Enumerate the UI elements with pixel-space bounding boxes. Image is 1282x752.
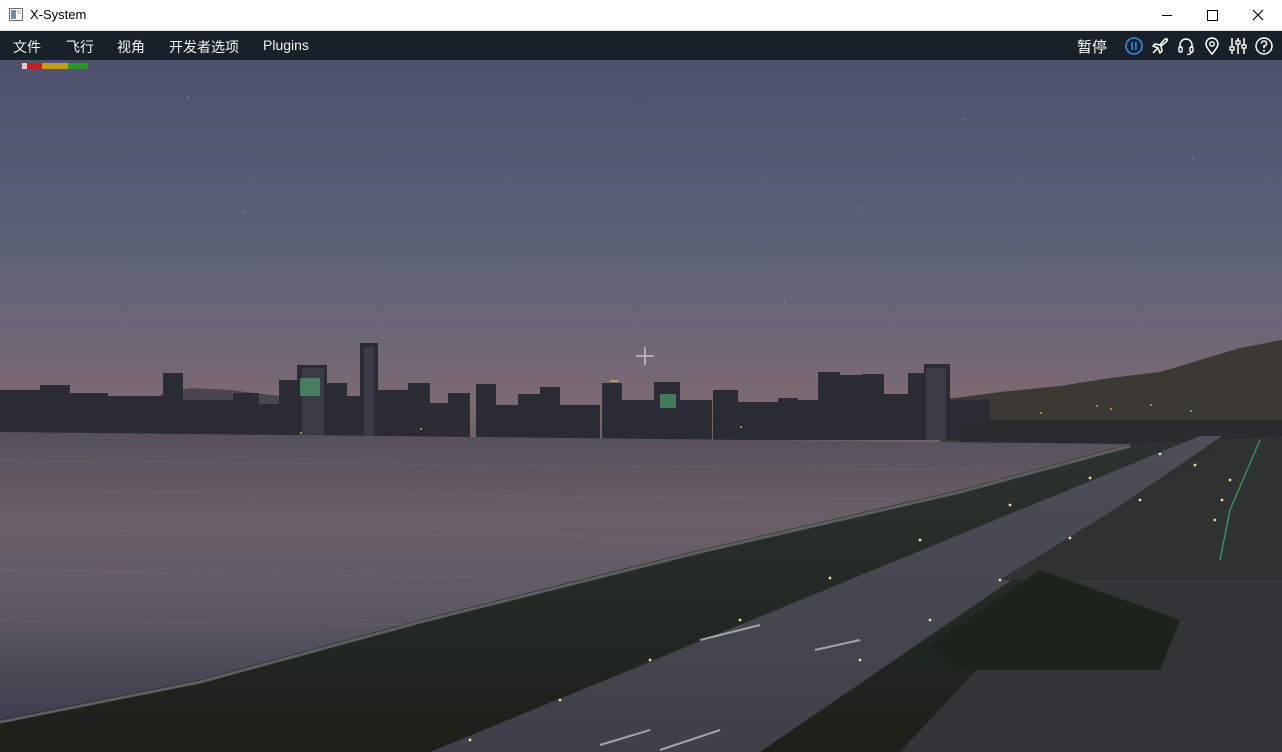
menu-view[interactable]: 视角 <box>117 37 145 57</box>
window-title-bar: X-System <box>0 0 1282 31</box>
scene-render <box>0 60 1282 752</box>
pause-button[interactable]: 暂停 <box>1077 36 1107 57</box>
help-icon[interactable] <box>1254 36 1274 56</box>
frame-rate-segment <box>27 63 42 69</box>
menu-developer[interactable]: 开发者选项 <box>169 37 239 57</box>
map-pin-icon[interactable] <box>1202 36 1222 56</box>
headset-icon[interactable] <box>1176 36 1196 56</box>
maximize-icon <box>1206 9 1218 21</box>
app-icon <box>9 8 23 21</box>
pause-circle-icon[interactable] <box>1124 36 1144 56</box>
maximize-button[interactable] <box>1189 0 1235 30</box>
menu-flight[interactable]: 飞行 <box>66 37 94 57</box>
menu-file[interactable]: 文件 <box>13 37 41 57</box>
airplane-icon[interactable] <box>1150 36 1170 56</box>
minimize-icon <box>1162 14 1172 16</box>
frame-rate-segment <box>68 63 88 69</box>
menu-bar: 文件 飞行 视角 开发者选项 Plugins 暂停 <box>0 31 1282 60</box>
minimize-button[interactable] <box>1144 0 1190 30</box>
simulator-viewport[interactable] <box>0 60 1282 752</box>
close-button[interactable] <box>1235 0 1281 30</box>
close-icon <box>1252 9 1264 21</box>
menu-plugins[interactable]: Plugins <box>263 37 309 53</box>
frame-rate-indicator <box>22 63 88 69</box>
sliders-icon[interactable] <box>1228 36 1248 56</box>
frame-rate-segment <box>42 63 68 69</box>
window-title: X-System <box>30 7 87 22</box>
